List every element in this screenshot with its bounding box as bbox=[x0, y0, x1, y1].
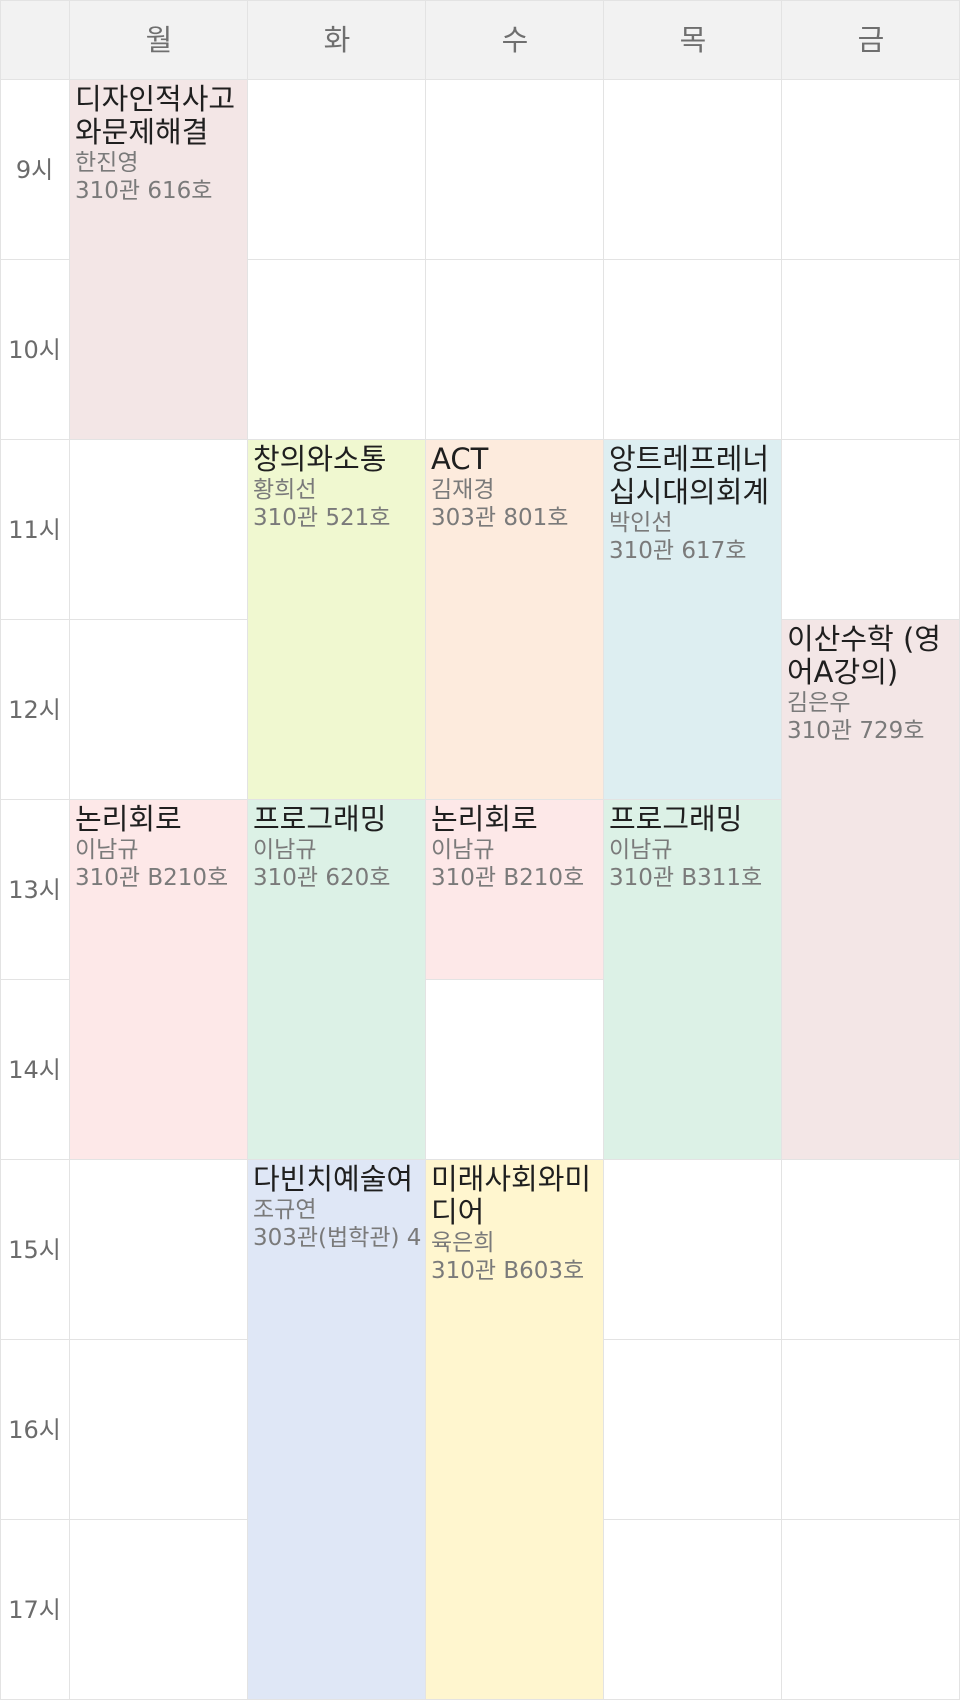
course-professor: 육은희 bbox=[431, 1230, 495, 1256]
course-room: 310관 617호 bbox=[609, 538, 747, 564]
course-room: 310관 729호 bbox=[787, 718, 925, 744]
course-block[interactable]: 미래사회와미디어 육은희 310관 B603호 bbox=[426, 1160, 603, 1699]
hour-label: 12시 bbox=[8, 696, 61, 724]
hour-label: 11시 bbox=[8, 516, 61, 544]
course-title: 프로그래밍 bbox=[609, 802, 743, 836]
hour-label: 9시 bbox=[15, 156, 54, 184]
course-block[interactable]: 이산수학 (영어A강의) 김은우 310관 729호 bbox=[782, 620, 959, 1159]
timetable-grid: 월 화 수 목 금 9시 10시 11시 12시 13시 14시 15시 16시 17시 디자인적사고와문제… bbox=[0, 0, 960, 1700]
course-professor: 박인선 bbox=[609, 510, 673, 536]
course-block[interactable]: 앙트레프레너십시대의회계 박인선 310관 617호 bbox=[604, 440, 781, 799]
course-block[interactable]: 논리회로 이남규 310관 B210호 bbox=[70, 800, 247, 1159]
course-block[interactable]: 프로그래밍 이남규 310관 B311호 bbox=[604, 800, 781, 1159]
course-professor: 이남규 bbox=[75, 837, 139, 863]
course-professor: 김은우 bbox=[787, 690, 851, 716]
course-room: 310관 B603호 bbox=[431, 1258, 585, 1284]
course-room: 310관 616호 bbox=[75, 178, 213, 204]
course-professor: 황희선 bbox=[253, 477, 317, 503]
course-title: 앙트레프레너십시대의회계 bbox=[609, 442, 770, 509]
course-title: 디자인적사고와문제해결 bbox=[75, 82, 236, 149]
course-block[interactable]: 논리회로 이남규 310관 B210호 bbox=[426, 800, 603, 979]
course-room: 303관 801호 bbox=[431, 505, 569, 531]
day-header: 금 bbox=[857, 23, 885, 57]
hour-label: 15시 bbox=[8, 1236, 61, 1264]
course-title: 논리회로 bbox=[431, 802, 538, 836]
course-title: 창의와소통 bbox=[253, 442, 387, 476]
course-professor: 한진영 bbox=[75, 150, 139, 176]
course-room: 303관(법학관) 4 bbox=[253, 1225, 422, 1251]
hour-label: 10시 bbox=[8, 336, 61, 364]
course-block[interactable]: 디자인적사고와문제해결 한진영 310관 616호 bbox=[70, 80, 247, 439]
course-title: 다빈치예술여 bbox=[253, 1162, 414, 1196]
course-title: 논리회로 bbox=[75, 802, 182, 836]
course-block[interactable]: ACT 김재경 303관 801호 bbox=[426, 440, 603, 799]
course-room: 310관 B311호 bbox=[609, 865, 763, 891]
grid-line bbox=[0, 0, 1, 1700]
course-block[interactable]: 프로그래밍 이남규 310관 620호 bbox=[248, 800, 425, 1159]
course-room: 310관 B210호 bbox=[75, 865, 229, 891]
hour-label: 17시 bbox=[8, 1596, 61, 1624]
course-room: 310관 521호 bbox=[253, 505, 391, 531]
hour-label: 13시 bbox=[8, 876, 61, 904]
course-block[interactable]: 다빈치예술여 조규연 303관(법학관) 4 bbox=[248, 1160, 425, 1699]
course-professor: 이남규 bbox=[609, 837, 673, 863]
day-header: 수 bbox=[501, 23, 529, 57]
hour-label: 16시 bbox=[8, 1416, 61, 1444]
grid-line bbox=[0, 0, 960, 1]
course-title: 이산수학 (영어A강의) bbox=[787, 622, 941, 689]
course-room: 310관 620호 bbox=[253, 865, 391, 891]
course-title: 프로그래밍 bbox=[253, 802, 387, 836]
course-professor: 김재경 bbox=[431, 477, 495, 503]
course-professor: 이남규 bbox=[253, 837, 317, 863]
day-header: 목 bbox=[679, 23, 707, 57]
day-header: 화 bbox=[323, 23, 351, 57]
course-block[interactable]: 창의와소통 황희선 310관 521호 bbox=[248, 440, 425, 799]
course-professor: 이남규 bbox=[431, 837, 495, 863]
course-title: 미래사회와미디어 bbox=[431, 1162, 592, 1229]
day-header: 월 bbox=[145, 23, 173, 57]
course-title: ACT bbox=[431, 442, 489, 476]
course-room: 310관 B210호 bbox=[431, 865, 585, 891]
course-professor: 조규연 bbox=[253, 1197, 317, 1223]
hour-label: 14시 bbox=[8, 1056, 61, 1084]
